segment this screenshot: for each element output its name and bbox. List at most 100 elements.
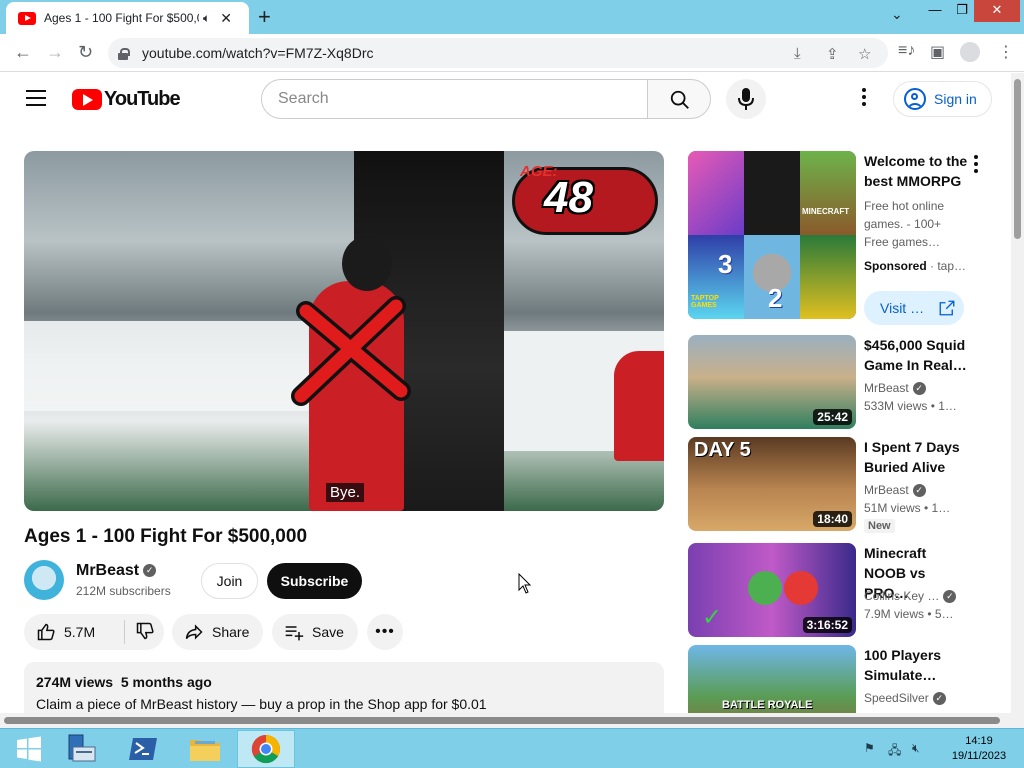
browser-tab-active[interactable]: Ages 1 - 100 Fight For $500,0 🔈︎ ✕ (6, 2, 249, 34)
install-app-icon[interactable]: ⤓ (794, 45, 801, 62)
new-tab-icon[interactable]: + (258, 4, 271, 30)
video-player[interactable]: AGE: 48 Bye. (24, 151, 664, 511)
subscriber-count: 212M subscribers (76, 584, 171, 598)
back-arrow-icon[interactable]: ← (14, 42, 32, 63)
voice-search-button[interactable] (726, 79, 766, 119)
network-icon[interactable]: 🖧︎ (888, 741, 901, 762)
subscribe-button[interactable]: Subscribe (267, 563, 362, 599)
more-actions-button[interactable]: ••• (367, 614, 403, 650)
ad-tile-6 (800, 235, 856, 319)
dislike-button[interactable] (125, 621, 163, 644)
video-thumbnail[interactable]: DAY 5 18:40 (688, 437, 856, 531)
video-thumbnail[interactable]: BATTLE ROYALE (688, 645, 856, 713)
horizontal-scrollbar-thumb[interactable] (4, 717, 1000, 724)
video-item-channel-text: SpeedSilver (864, 691, 929, 705)
media-queue-icon[interactable]: ≡♪ (898, 42, 915, 60)
ad-thumbnail[interactable]: MINECRAFT 3 TAPTOP GAMES 2 (688, 151, 856, 319)
video-item-title[interactable]: I Spent 7 Days Buried Alive (864, 437, 969, 477)
address-bar[interactable]: youtube.com/watch?v=FM7Z-Xq8Drc ⤓ ⇪ ☆ (108, 38, 888, 68)
volume-muted-icon[interactable]: 🔇︎ (912, 741, 920, 756)
ad-visit-button[interactable]: Visit … (864, 291, 964, 325)
video-item-title[interactable]: 100 Players Simulate… (864, 645, 969, 685)
taskbar-server-manager[interactable] (52, 730, 110, 768)
video-item-channel[interactable]: MrBeast ✓ (864, 483, 926, 498)
video-thumbnail[interactable]: ✓ 3:16:52 (688, 543, 856, 637)
description-text: Claim a piece of MrBeast history — buy a… (36, 696, 487, 712)
horizontal-scrollbar[interactable] (0, 713, 1024, 728)
sidebar-video-item[interactable]: ✓ 3:16:52 Minecraft NOOB vs PRO… Collins… (688, 543, 998, 639)
video-item-channel[interactable]: Collins Key … ✓ (864, 589, 957, 604)
age-badge-value: 48 (544, 173, 593, 222)
browser-menu-icon[interactable]: ⋮ (998, 42, 1014, 62)
taskbar-powershell[interactable] (114, 730, 172, 768)
ad-tile-3: MINECRAFT (800, 151, 856, 235)
settings-kebab-icon[interactable] (861, 88, 867, 108)
ad-more-kebab-icon[interactable] (974, 155, 978, 176)
ad-advertiser: · tap… (930, 259, 967, 273)
taskbar-file-explorer[interactable] (176, 730, 234, 768)
sidebar-video-item[interactable]: DAY 5 18:40 I Spent 7 Days Buried Alive … (688, 437, 998, 537)
reload-icon[interactable]: ↻ (78, 42, 93, 63)
side-panel-icon[interactable]: ▣ (930, 42, 945, 62)
start-button[interactable] (0, 730, 58, 768)
window-maximize-button[interactable]: ❐ (949, 0, 975, 22)
ad-tile-text-4: TAPTOP GAMES (691, 295, 719, 309)
verified-check-icon: ✓ (943, 590, 957, 604)
ad-sponsored-line: Sponsored · tap… (864, 259, 966, 273)
description-box[interactable]: 274M views 5 months ago Claim a piece of… (24, 662, 664, 713)
save-button[interactable]: Save (272, 614, 358, 650)
url-text: youtube.com/watch?v=FM7Z-Xq8Drc (142, 45, 374, 61)
channel-avatar[interactable] (24, 560, 64, 600)
verified-check-icon: ✓ (932, 692, 946, 706)
window-close-button[interactable]: ✕ (974, 0, 1020, 22)
lock-icon (118, 47, 130, 60)
share-button[interactable]: Share (172, 614, 263, 650)
tab-close-icon[interactable]: ✕ (220, 10, 232, 27)
upload-age: 5 months ago (120, 674, 212, 690)
taskbar-chrome[interactable] (237, 730, 295, 768)
ad-title[interactable]: Welcome to the best MMORPG (864, 151, 974, 191)
like-count: 5.7M (64, 624, 96, 640)
sidebar-ad[interactable]: MINECRAFT 3 TAPTOP GAMES 2 Welcome to the… (688, 151, 998, 331)
video-thumbnail[interactable]: 25:42 (688, 335, 856, 429)
thumbnail-figure-left (748, 571, 782, 605)
like-button[interactable]: 5.7M (24, 622, 124, 642)
search-input[interactable]: Search (261, 79, 648, 119)
youtube-logo[interactable]: YouTube (72, 88, 181, 111)
chrome-icon (251, 734, 280, 764)
forward-arrow-icon[interactable]: → (46, 42, 64, 63)
folder-icon (190, 740, 220, 761)
sign-in-button[interactable]: Sign in (893, 81, 992, 117)
vertical-scrollbar-thumb[interactable] (1014, 79, 1021, 239)
menu-hamburger-icon[interactable] (26, 90, 46, 106)
tab-search-chevron-icon[interactable]: ⌄ (891, 6, 903, 23)
speaker-icon[interactable]: 🔈︎ (203, 11, 210, 26)
flag-notification-icon[interactable]: ⚑ (864, 741, 875, 755)
video-item-channel[interactable]: MrBeast ✓ (864, 381, 926, 396)
video-item-channel[interactable]: SpeedSilver ✓ (864, 691, 946, 706)
sidebar-video-item[interactable]: BATTLE ROYALE 100 Players Simulate… Spee… (688, 645, 998, 713)
bookmark-star-icon[interactable]: ☆ (858, 45, 871, 63)
join-button[interactable]: Join (201, 563, 258, 599)
window-minimize-button[interactable]: — (922, 0, 948, 22)
view-stats: 274M views 5 months ago (36, 674, 652, 690)
system-clock[interactable]: 14:19 19/11/2023 (946, 734, 1012, 764)
ad-tile-text-2: 3 (718, 249, 733, 279)
share-page-icon[interactable]: ⇪ (826, 45, 839, 63)
youtube-watch-page: YouTube Search Sign in AGE: 48 Bye. Ages… (0, 73, 1010, 713)
video-item-meta: 7.9M views • 5… (864, 607, 954, 621)
vertical-scrollbar[interactable] (1011, 73, 1024, 713)
sidebar-video-item[interactable]: 25:42 $456,000 Squid Game In Real… MrBea… (688, 335, 998, 431)
playlist-add-icon (285, 626, 304, 641)
thumbs-down-icon (136, 622, 154, 639)
search-icon (670, 90, 689, 109)
sign-in-label: Sign in (934, 91, 977, 107)
video-item-channel-text: Collins Key … (864, 589, 940, 603)
video-frame-person-head (342, 236, 392, 291)
mouse-cursor-icon (518, 573, 532, 594)
video-frame-person-right (614, 351, 664, 461)
profile-avatar-icon[interactable] (960, 42, 980, 62)
channel-name[interactable]: MrBeast ✓ (76, 562, 157, 580)
video-item-title[interactable]: $456,000 Squid Game In Real… (864, 335, 969, 375)
search-button[interactable] (647, 79, 711, 119)
